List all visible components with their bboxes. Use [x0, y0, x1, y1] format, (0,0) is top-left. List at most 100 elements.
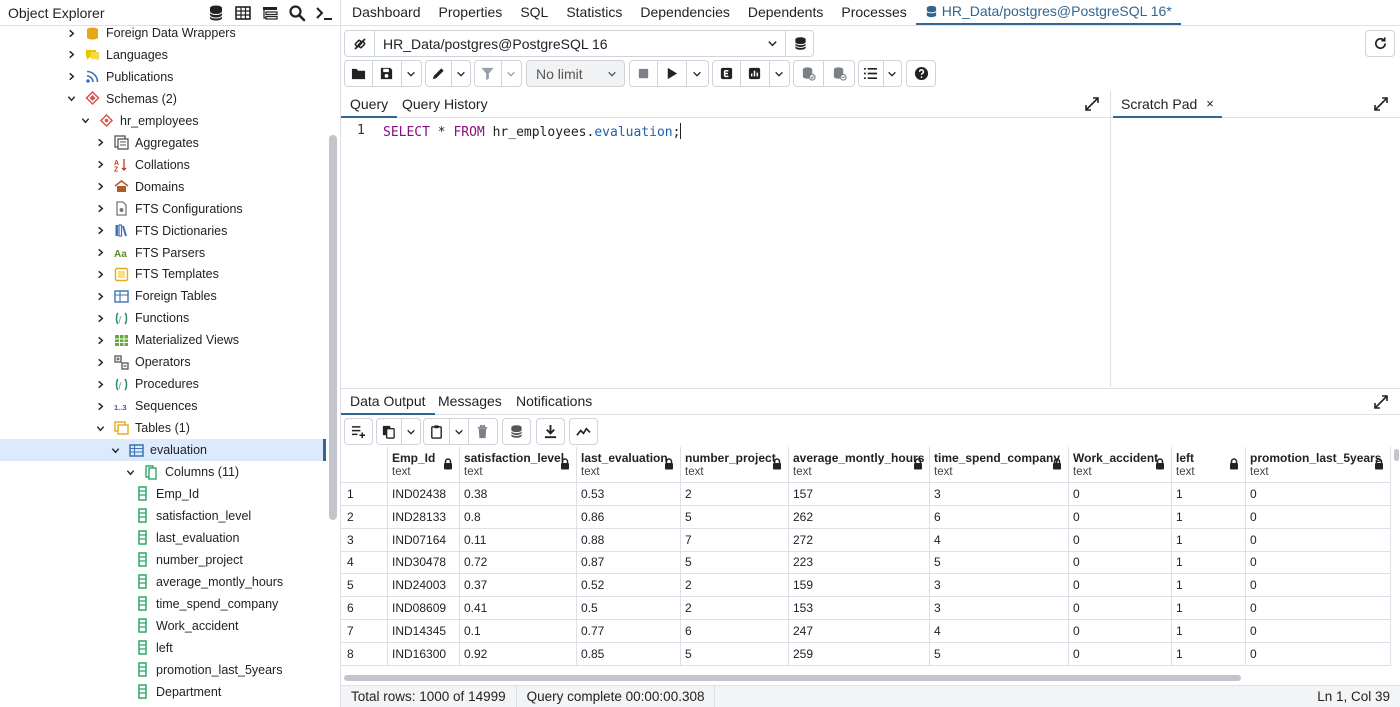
chevron-right-icon[interactable]	[95, 357, 105, 367]
tree-item-schemas-2[interactable]: Schemas (2)	[0, 88, 326, 110]
table-cell[interactable]: 2	[681, 574, 789, 598]
tab-properties[interactable]: Properties	[430, 0, 512, 25]
table-cell[interactable]: 6	[930, 505, 1069, 529]
tab-query[interactable]: Query	[341, 91, 398, 118]
chevron-right-icon[interactable]	[95, 335, 105, 345]
open-file-button[interactable]	[345, 61, 374, 86]
table-row[interactable]: 8 IND16300 0.92 0.85 5 259 5 0 1 0	[341, 642, 1391, 666]
tree-item-hr-employees[interactable]: hr_employees	[0, 110, 326, 132]
table-row[interactable]: 3 IND07164 0.11 0.88 7 272 4 0 1 0	[341, 528, 1391, 552]
table-cell[interactable]: 0	[1069, 619, 1172, 643]
new-connection-database-icon[interactable]	[785, 30, 814, 57]
tab-hr-data-postgres-postgresql-16[interactable]: HR_Data/postgres@PostgreSQL 16*	[915, 0, 1181, 25]
tree-item-department[interactable]: Department	[0, 681, 326, 703]
delete-trash-icon[interactable]	[469, 419, 497, 444]
tree-item-procedures[interactable]: f Procedures	[0, 373, 326, 395]
table-cell[interactable]: 2	[681, 483, 789, 506]
filtered-rows-icon[interactable]	[259, 2, 281, 24]
table-cell[interactable]: 0	[1246, 483, 1391, 506]
table-cell[interactable]: 3	[930, 574, 1069, 598]
tree-item-collations[interactable]: A Z Collations	[0, 154, 326, 176]
rollback-database-icon[interactable]	[824, 61, 854, 86]
tree-item-emp-id[interactable]: Emp_Id	[0, 483, 326, 505]
terminal-icon[interactable]	[313, 2, 335, 24]
table-cell[interactable]: 0	[1246, 505, 1391, 529]
table-cell[interactable]: 0.85	[577, 642, 681, 666]
table-cell[interactable]: 1	[1172, 619, 1246, 643]
table-cell[interactable]: 1	[1172, 574, 1246, 598]
table-cell[interactable]: 1	[1172, 597, 1246, 620]
table-cell[interactable]: 0	[1246, 642, 1391, 666]
table-cell[interactable]: 262	[789, 505, 930, 529]
tree-item-publications[interactable]: Publications	[0, 66, 326, 88]
table-cell[interactable]: 0.8	[460, 505, 577, 529]
table-cell[interactable]: 0.87	[577, 551, 681, 575]
chevron-right-icon[interactable]	[95, 160, 105, 170]
tree-item-evaluation[interactable]: evaluation	[0, 439, 326, 462]
search-icon[interactable]	[286, 2, 308, 24]
explain-options-chevron-down-icon[interactable]	[770, 61, 789, 86]
table-cell[interactable]: 0.53	[577, 483, 681, 506]
view-data-table-icon[interactable]	[232, 2, 254, 24]
execute-play-button[interactable]	[658, 61, 687, 86]
filter-options-chevron-down-icon[interactable]	[502, 61, 521, 86]
table-cell[interactable]: IND24003	[388, 574, 460, 598]
table-cell[interactable]: 223	[789, 551, 930, 575]
table-row[interactable]: 7 IND14345 0.1 0.77 6 247 4 0 1 0	[341, 619, 1391, 643]
graph-visualiser-chart-icon[interactable]	[570, 419, 597, 444]
column-header[interactable]: number_project text	[681, 447, 789, 483]
save-data-database-icon[interactable]	[503, 419, 530, 444]
tab-messages[interactable]: Messages	[429, 389, 511, 415]
table-cell[interactable]: 0.11	[460, 528, 577, 552]
table-cell[interactable]: 0	[1246, 597, 1391, 620]
tree-item-fts-templates[interactable]: FTS Templates	[0, 263, 326, 285]
chevron-right-icon[interactable]	[66, 72, 76, 82]
tab-notifications[interactable]: Notifications	[507, 389, 601, 415]
chevron-right-icon[interactable]	[66, 28, 76, 38]
tab-processes[interactable]: Processes	[832, 0, 915, 25]
table-row[interactable]: 1 IND02438 0.38 0.53 2 157 3 0 1 0	[341, 483, 1391, 506]
column-header[interactable]: satisfaction_level text	[460, 447, 577, 483]
table-cell[interactable]: 5	[930, 642, 1069, 666]
edit-pencil-icon[interactable]	[426, 61, 452, 86]
save-options-chevron-down-icon[interactable]	[402, 61, 421, 86]
tree-item-time-spend-company[interactable]: time_spend_company	[0, 593, 326, 615]
row-number-cell[interactable]: 3	[341, 528, 388, 552]
tree-item-domains[interactable]: Domains	[0, 176, 326, 198]
macros-list-icon[interactable]	[859, 61, 884, 86]
table-cell[interactable]: 6	[681, 619, 789, 643]
sql-code-line[interactable]: SELECT * FROM hr_employees.evaluation;	[383, 123, 682, 140]
table-cell[interactable]: IND08609	[388, 597, 460, 620]
table-cell[interactable]: 0.86	[577, 505, 681, 529]
table-cell[interactable]: 0	[1069, 551, 1172, 575]
chevron-right-icon[interactable]	[66, 50, 76, 60]
chevron-down-icon[interactable]	[80, 116, 90, 126]
column-header[interactable]: promotion_last_5years text	[1246, 447, 1391, 483]
table-cell[interactable]: 0.38	[460, 483, 577, 506]
tree-item-last-evaluation[interactable]: last_evaluation	[0, 527, 326, 549]
sql-editor[interactable]: 1 SELECT * FROM hr_employees.evaluation;	[341, 119, 1110, 387]
table-row[interactable]: 4 IND30478 0.72 0.87 5 223 5 0 1 0	[341, 551, 1391, 575]
table-cell[interactable]: 1	[1172, 483, 1246, 506]
tree-item-work-accident[interactable]: Work_accident	[0, 615, 326, 637]
column-header[interactable]: Emp_Id text	[388, 447, 460, 483]
table-cell[interactable]: 157	[789, 483, 930, 506]
help-question-icon[interactable]	[907, 61, 935, 86]
row-number-cell[interactable]: 8	[341, 642, 388, 666]
explain-icon[interactable]	[713, 61, 742, 86]
tree-item-fts-configurations[interactable]: FTS Configurations	[0, 198, 326, 220]
query-tool-database-icon[interactable]	[205, 2, 227, 24]
column-header[interactable]: left text	[1172, 447, 1246, 483]
table-cell[interactable]: 0	[1246, 574, 1391, 598]
table-cell[interactable]: 0	[1069, 483, 1172, 506]
table-cell[interactable]: 0.77	[577, 619, 681, 643]
vertical-scroll-thumb[interactable]	[1394, 449, 1399, 461]
table-cell[interactable]: 159	[789, 574, 930, 598]
tab-dashboard[interactable]: Dashboard	[343, 0, 430, 25]
data-output-grid[interactable]: Emp_Id text satisfaction_level text last_eva…	[341, 447, 1391, 673]
table-cell[interactable]: 1	[1172, 528, 1246, 552]
grid-vertical-scrollbar[interactable]	[1392, 447, 1400, 673]
paste-clipboard-icon[interactable]	[424, 419, 451, 444]
table-cell[interactable]: IND16300	[388, 642, 460, 666]
table-cell[interactable]: 0.72	[460, 551, 577, 575]
